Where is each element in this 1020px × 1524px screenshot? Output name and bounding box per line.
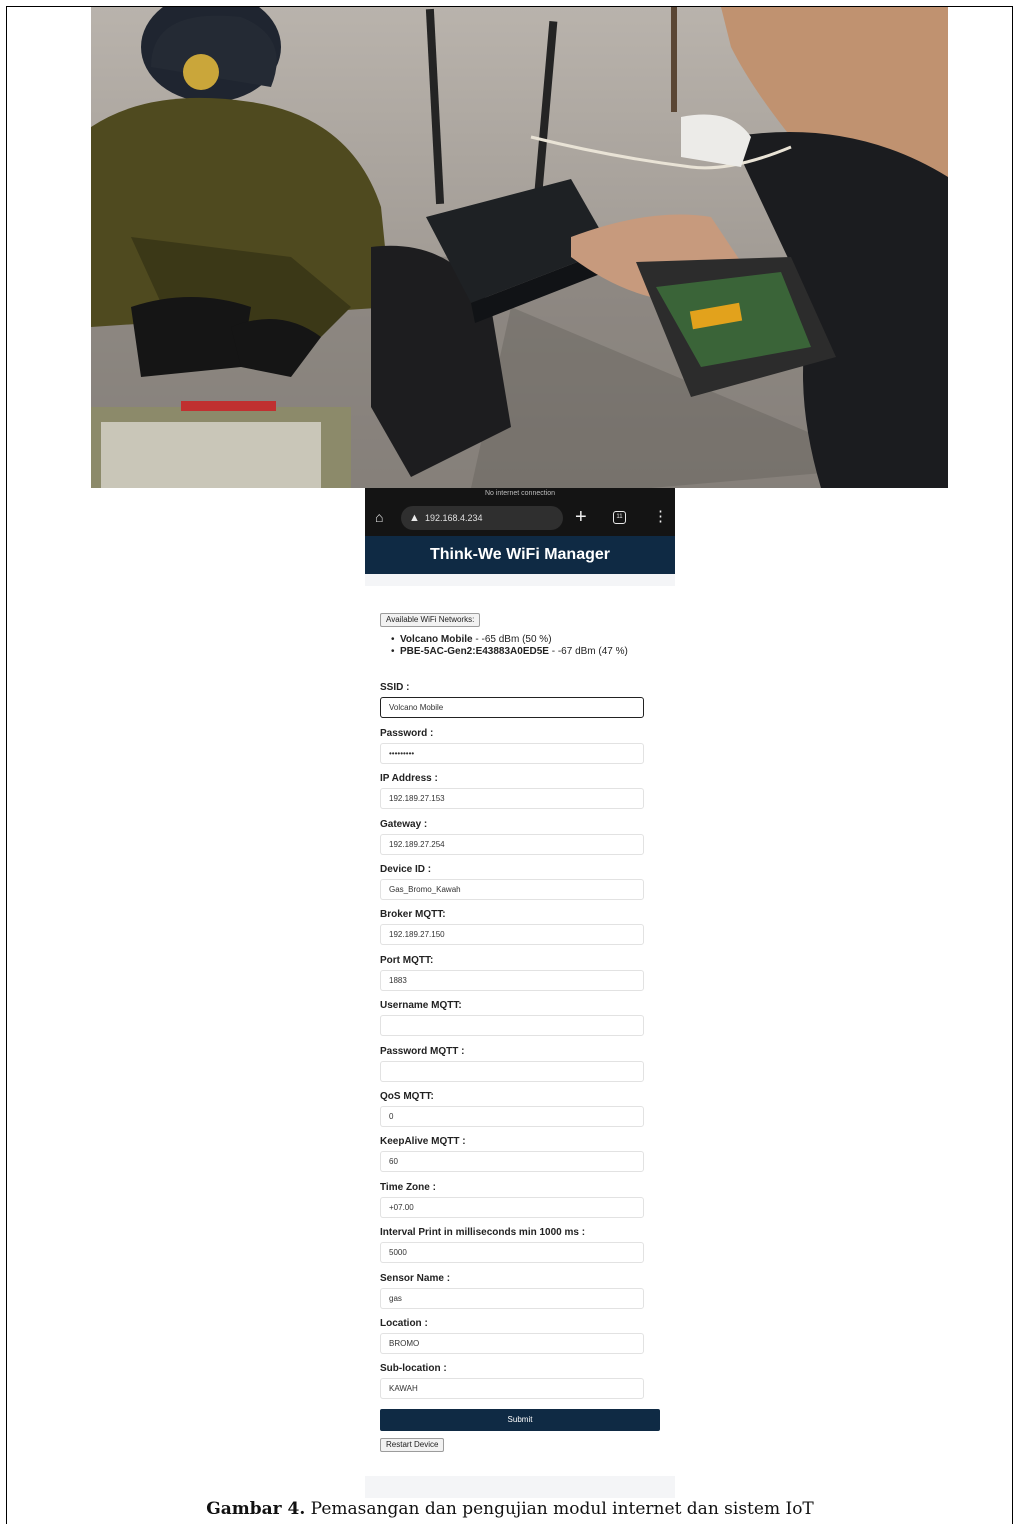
password-mqtt-label: Password MQTT : xyxy=(380,1046,465,1057)
keepalive-mqtt-label: KeepAlive MQTT : xyxy=(380,1136,466,1147)
qos-mqtt-field[interactable]: 0 xyxy=(380,1106,644,1127)
sensor-name-field[interactable]: gas xyxy=(380,1288,644,1309)
broker-mqtt-label: Broker MQTT: xyxy=(380,909,446,920)
url-text[interactable]: 192.168.4.234 xyxy=(425,512,483,524)
time-zone-field[interactable]: +07.00 xyxy=(380,1197,644,1218)
sub-location-label: Sub-location : xyxy=(380,1363,447,1374)
password-mqtt-field[interactable] xyxy=(380,1061,644,1082)
available-networks-button[interactable]: Available WiFi Networks: xyxy=(380,613,481,627)
app-title: Think-We WiFi Manager xyxy=(365,536,675,574)
home-icon[interactable]: ⌂ xyxy=(375,510,389,524)
config-form: Available WiFi Networks: Volcano Mobile … xyxy=(365,586,675,1476)
sub-location-field[interactable]: KAWAH xyxy=(380,1378,644,1399)
sensor-name-label: Sensor Name : xyxy=(380,1273,451,1284)
ssid-label: SSID : xyxy=(380,682,410,693)
port-mqtt-label: Port MQTT: xyxy=(380,955,434,966)
ip-address-field[interactable]: 192.189.27.153 xyxy=(380,788,644,809)
gateway-field[interactable]: 192.189.27.254 xyxy=(380,834,644,855)
location-field[interactable]: BROMO xyxy=(380,1333,644,1354)
list-item[interactable]: PBE-5AC-Gen2:E43883A0ED5E - -67 dBm (47 … xyxy=(391,646,671,657)
warning-icon[interactable]: ▲ xyxy=(409,512,420,524)
keepalive-mqtt-field[interactable]: 60 xyxy=(380,1151,644,1172)
ip-address-label: IP Address : xyxy=(380,773,438,784)
qos-mqtt-label: QoS MQTT: xyxy=(380,1091,434,1102)
menu-icon[interactable]: ⋮ xyxy=(653,509,668,525)
figure-caption: Gambar 4. Pemasangan dan pengujian modul… xyxy=(0,1499,1020,1519)
network-detail: - -65 dBm (50 %) xyxy=(472,634,552,645)
caption-text: Pemasangan dan pengujian modul internet … xyxy=(305,1499,814,1519)
password-field[interactable]: ••••••••• xyxy=(380,743,644,764)
frame-left-border xyxy=(6,7,7,1524)
location-label: Location : xyxy=(380,1318,428,1329)
interval-print-label: Interval Print in milliseconds min 1000 … xyxy=(380,1227,586,1238)
address-bar[interactable]: ▲ 192.168.4.234 xyxy=(401,506,563,530)
list-item[interactable]: Volcano Mobile - -65 dBm (50 %) xyxy=(391,634,671,645)
submit-button[interactable]: Submit xyxy=(380,1409,660,1431)
status-text: No internet connection xyxy=(484,490,556,497)
port-mqtt-field[interactable]: 1883 xyxy=(380,970,644,991)
username-mqtt-field[interactable] xyxy=(380,1015,644,1036)
status-bar: No internet connection xyxy=(365,488,675,500)
network-detail: - -67 dBm (47 %) xyxy=(548,646,628,657)
time-zone-label: Time Zone : xyxy=(380,1182,436,1193)
network-name[interactable]: PBE-5AC-Gen2:E43883A0ED5E xyxy=(400,646,549,657)
username-mqtt-label: Username MQTT: xyxy=(380,1000,462,1011)
device-id-label: Device ID : xyxy=(380,864,432,875)
tabs-icon[interactable]: 11 xyxy=(613,511,626,524)
network-list: Volcano Mobile - -65 dBm (50 %) PBE-5AC-… xyxy=(391,634,671,658)
interval-print-field[interactable]: 5000 xyxy=(380,1242,644,1263)
password-label: Password : xyxy=(380,728,434,739)
field-photo xyxy=(91,7,948,488)
browser-toolbar: ⌂ ▲ 192.168.4.234 + 11 ⋮ xyxy=(365,500,675,536)
phone-screenshot: No internet connection ⌂ ▲ 192.168.4.234… xyxy=(365,488,675,1498)
broker-mqtt-field[interactable]: 192.189.27.150 xyxy=(380,924,644,945)
plus-icon[interactable]: + xyxy=(575,506,587,528)
frame-right-border xyxy=(1012,7,1013,1524)
tab-count: 11 xyxy=(616,514,623,520)
caption-prefix: Gambar 4. xyxy=(206,1499,306,1519)
restart-device-button[interactable]: Restart Device xyxy=(380,1438,445,1452)
network-name[interactable]: Volcano Mobile xyxy=(400,634,473,645)
device-id-field[interactable]: Gas_Bromo_Kawah xyxy=(380,879,644,900)
ssid-field[interactable]: Volcano Mobile xyxy=(380,697,644,718)
gateway-label: Gateway : xyxy=(380,819,428,830)
